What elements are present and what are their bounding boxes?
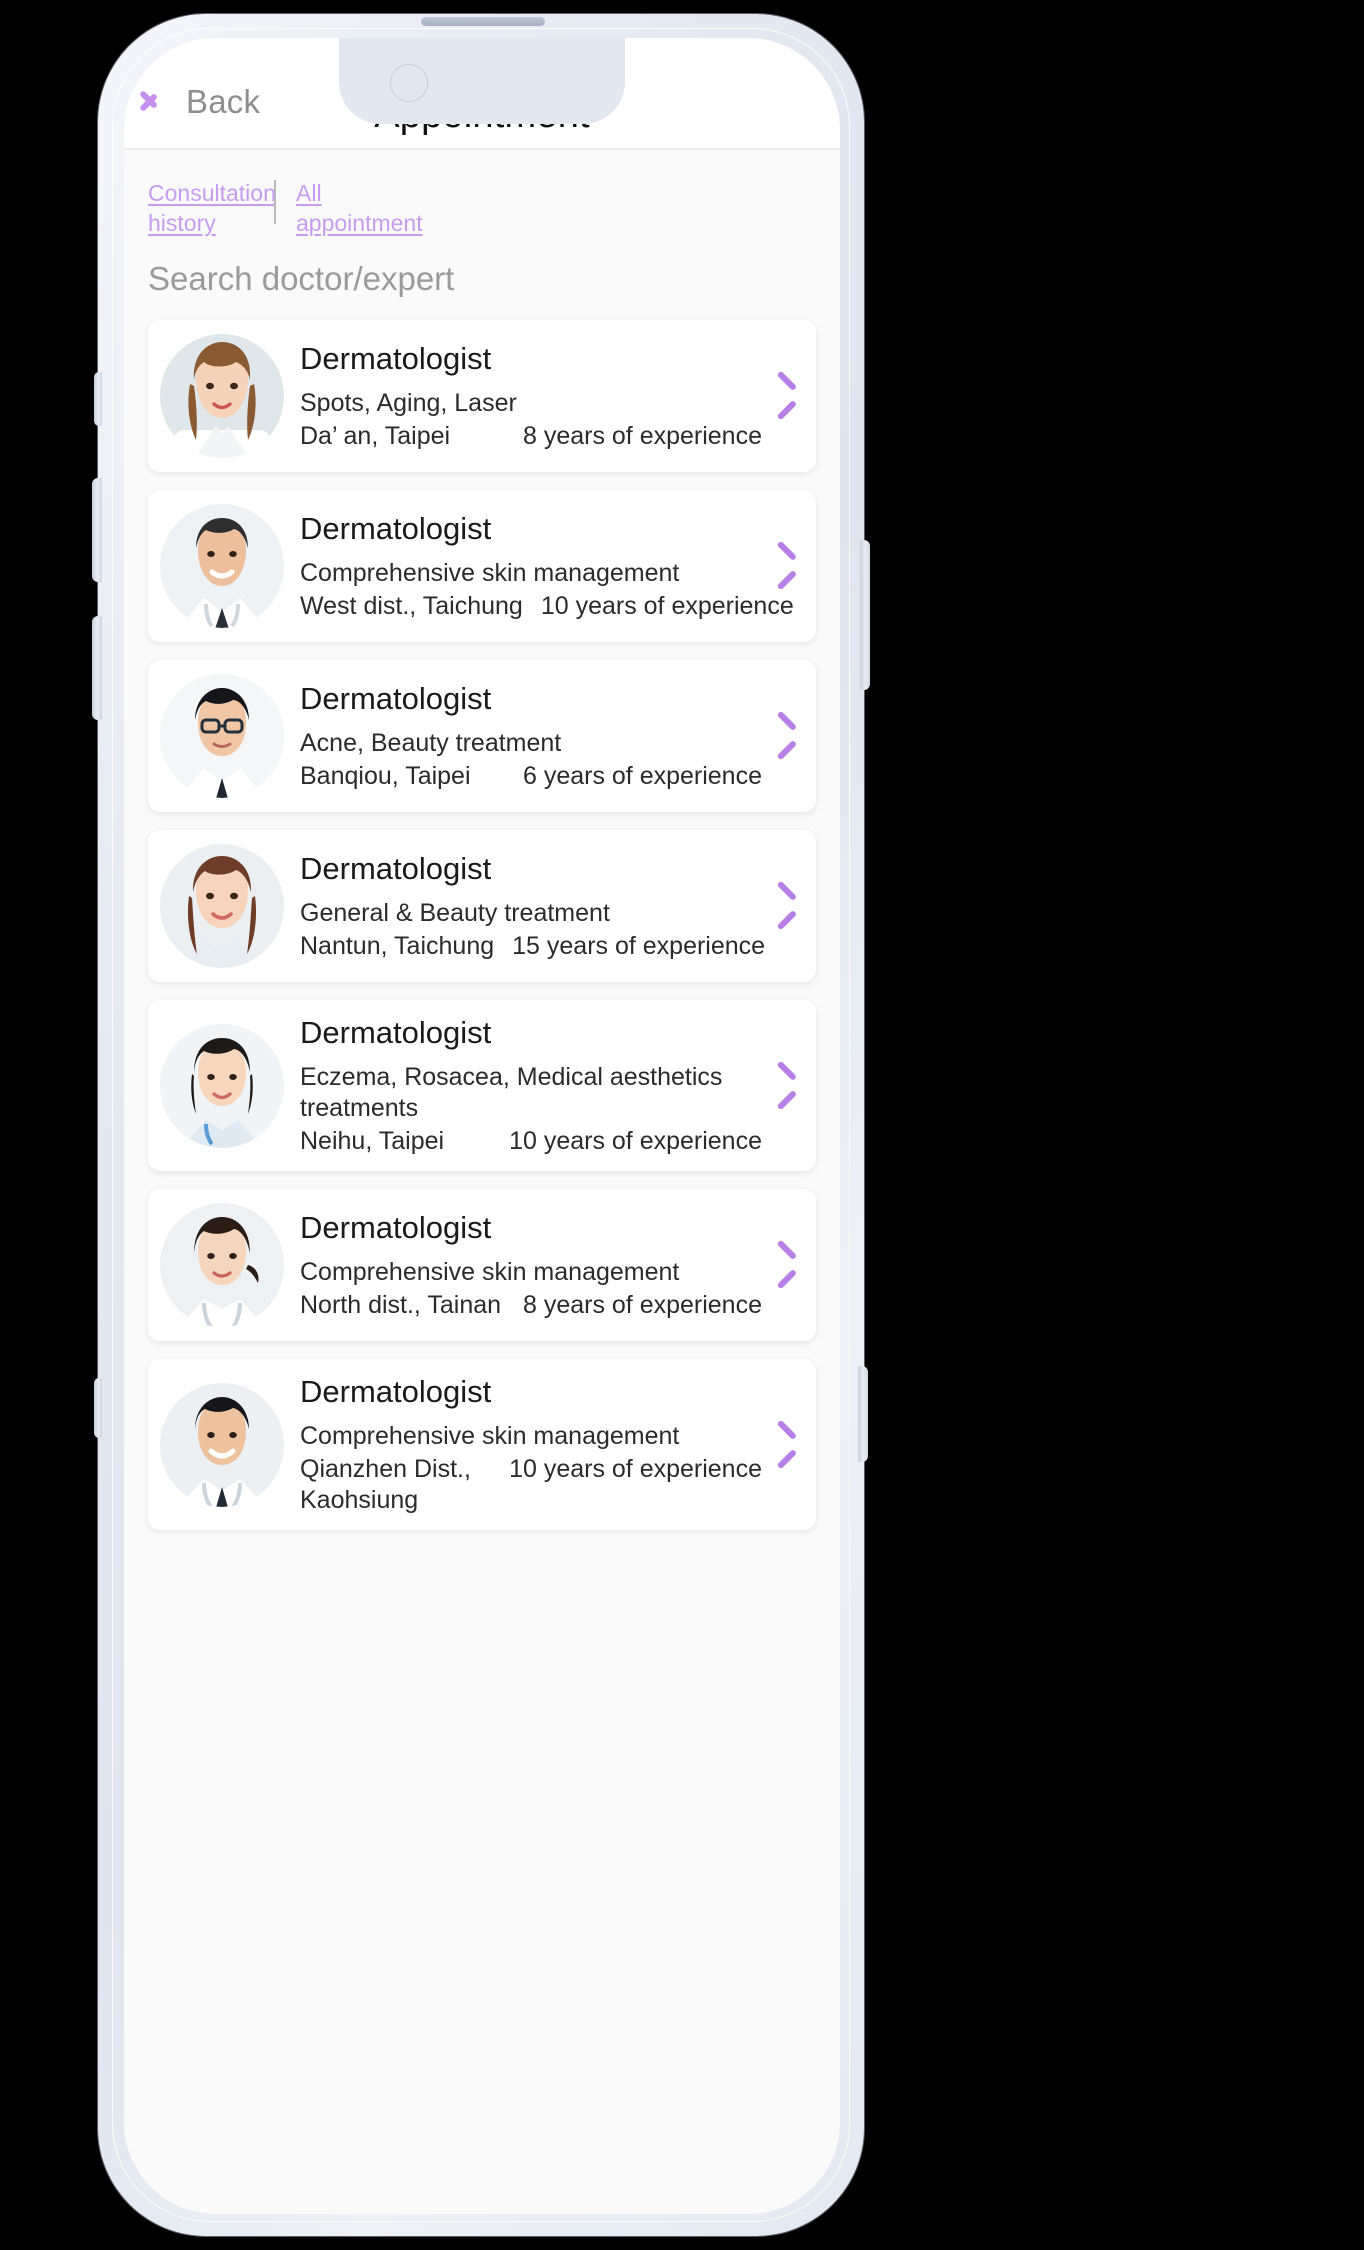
doctor-location: Qianzhen Dist., Kaohsiung — [300, 1455, 471, 1514]
doctor-card[interactable]: Dermatologist Eczema, Rosacea, Medical a… — [148, 1000, 816, 1171]
doctor-info: Dermatologist Spots, Aging, Laser Da’ an… — [300, 340, 770, 452]
doctor-experience: 6 years of experience — [522, 762, 762, 790]
doctor-experience: 10 years of experience — [509, 1455, 762, 1483]
doctor-title: Dermatologist — [300, 341, 492, 376]
avatar — [160, 1382, 284, 1507]
avatar — [160, 1023, 284, 1148]
power-button[interactable] — [860, 540, 870, 690]
doctor-specialty: Comprehensive skin management — [300, 1258, 680, 1286]
doctor-specialty: Eczema, Rosacea, Medical aesthetics trea… — [300, 1063, 723, 1122]
phone-screen: Back Appointment Consultation history Al… — [124, 38, 840, 2214]
doctor-meta: North dist., Tainan 8 years of experienc… — [300, 1290, 762, 1321]
doctor-title: Dermatologist — [300, 511, 492, 546]
doctor-meta: 10 years of experience Qianzhen Dist., K… — [300, 1454, 762, 1516]
chevron-right-icon[interactable] — [776, 546, 800, 586]
tab-consultation-history[interactable]: Consultation history — [148, 178, 276, 238]
doctor-meta: Da’ an, Taipei 8 years of experience — [300, 421, 762, 452]
tab-all-appointment[interactable]: All appointment — [296, 178, 426, 238]
avatar — [160, 674, 284, 798]
search-bar — [124, 238, 840, 298]
mute-switch-button[interactable] — [94, 372, 102, 426]
doctor-location: Banqiou, Taipei — [300, 762, 471, 790]
volume-down-button[interactable] — [92, 616, 102, 720]
front-camera-icon — [390, 64, 428, 102]
doctor-experience: 8 years of experience — [522, 1291, 762, 1319]
doctor-experience: 15 years of experience — [512, 932, 766, 960]
chevron-right-icon[interactable] — [776, 1425, 800, 1465]
doctor-title: Dermatologist — [300, 1210, 492, 1245]
doctor-location: Da’ an, Taipei — [300, 422, 451, 450]
doctor-title: Dermatologist — [300, 1374, 492, 1409]
doctor-card[interactable]: Dermatologist Spots, Aging, Laser Da’ an… — [148, 320, 816, 472]
doctor-location: Nantun, Taichung — [300, 932, 495, 960]
doctor-meta: Neihu, Taipei 10 years of experience — [300, 1126, 762, 1157]
doctor-specialty: Comprehensive skin management — [300, 559, 680, 587]
doctor-title: Dermatologist — [300, 681, 492, 716]
navbar-divider — [124, 148, 840, 150]
chevron-right-icon[interactable] — [776, 716, 800, 756]
doctor-title: Dermatologist — [300, 1015, 492, 1050]
doctor-info: Dermatologist General & Beauty treatment… — [300, 850, 770, 962]
chevron-right-icon[interactable] — [776, 1245, 800, 1285]
doctor-info: Dermatologist Comprehensive skin managem… — [300, 1373, 770, 1516]
doctor-specialty: Spots, Aging, Laser — [300, 389, 517, 417]
doctor-info: Dermatologist Eczema, Rosacea, Medical a… — [300, 1014, 770, 1157]
volume-up-button[interactable] — [92, 478, 102, 582]
avatar — [160, 1203, 284, 1327]
doctor-location: Neihu, Taipei — [300, 1127, 445, 1155]
doctor-location: West dist., Taichung — [300, 592, 523, 620]
avatar — [160, 334, 284, 458]
side-button-lower-left[interactable] — [94, 1378, 102, 1438]
phone-notch — [339, 38, 625, 124]
doctor-card[interactable]: Dermatologist Comprehensive skin managem… — [148, 1189, 816, 1341]
doctor-specialty: Acne, Beauty treatment — [300, 729, 562, 757]
doctor-card[interactable]: Dermatologist Acne, Beauty treatment Ban… — [148, 660, 816, 812]
tab-divider — [274, 180, 276, 224]
doctor-meta: Nantun, Taichung 15 years of experience — [300, 931, 766, 962]
tab-bar: Consultation history All appointment — [124, 150, 840, 238]
app-content: Consultation history All appointment Sea… — [124, 150, 840, 2214]
doctor-card[interactable]: Dermatologist Comprehensive skin managem… — [148, 490, 816, 642]
doctor-list: Dermatologist Spots, Aging, Laser Da’ an… — [124, 320, 840, 1530]
avatar — [160, 504, 284, 628]
doctor-meta: Banqiou, Taipei 6 years of experience — [300, 761, 762, 792]
chevron-right-icon[interactable] — [776, 1066, 800, 1106]
doctor-experience: 8 years of experience — [522, 422, 762, 450]
doctor-specialty: Comprehensive skin management — [300, 1422, 680, 1450]
chevron-right-icon[interactable] — [776, 886, 800, 926]
avatar — [160, 844, 284, 968]
doctor-experience: 10 years of experience — [540, 592, 794, 620]
doctor-title: Dermatologist — [300, 851, 492, 886]
device-stage: Back Appointment Consultation history Al… — [0, 0, 1364, 2250]
doctor-card[interactable]: Dermatologist Comprehensive skin managem… — [148, 1359, 816, 1530]
side-button-lower-right[interactable] — [858, 1366, 868, 1462]
doctor-info: Dermatologist Acne, Beauty treatment Ban… — [300, 680, 770, 792]
doctor-info: Dermatologist Comprehensive skin managem… — [300, 1209, 770, 1321]
doctor-card[interactable]: Dermatologist General & Beauty treatment… — [148, 830, 816, 982]
chevron-right-icon[interactable] — [776, 376, 800, 416]
earpiece-speaker — [421, 17, 545, 26]
doctor-specialty: General & Beauty treatment — [300, 899, 610, 927]
doctor-location: North dist., Tainan — [300, 1291, 502, 1319]
doctor-experience: 10 years of experience — [509, 1127, 762, 1155]
doctor-meta: West dist., Taichung 10 years of experie… — [300, 591, 794, 622]
doctor-info: Dermatologist Comprehensive skin managem… — [300, 510, 794, 622]
search-input[interactable] — [148, 260, 788, 298]
